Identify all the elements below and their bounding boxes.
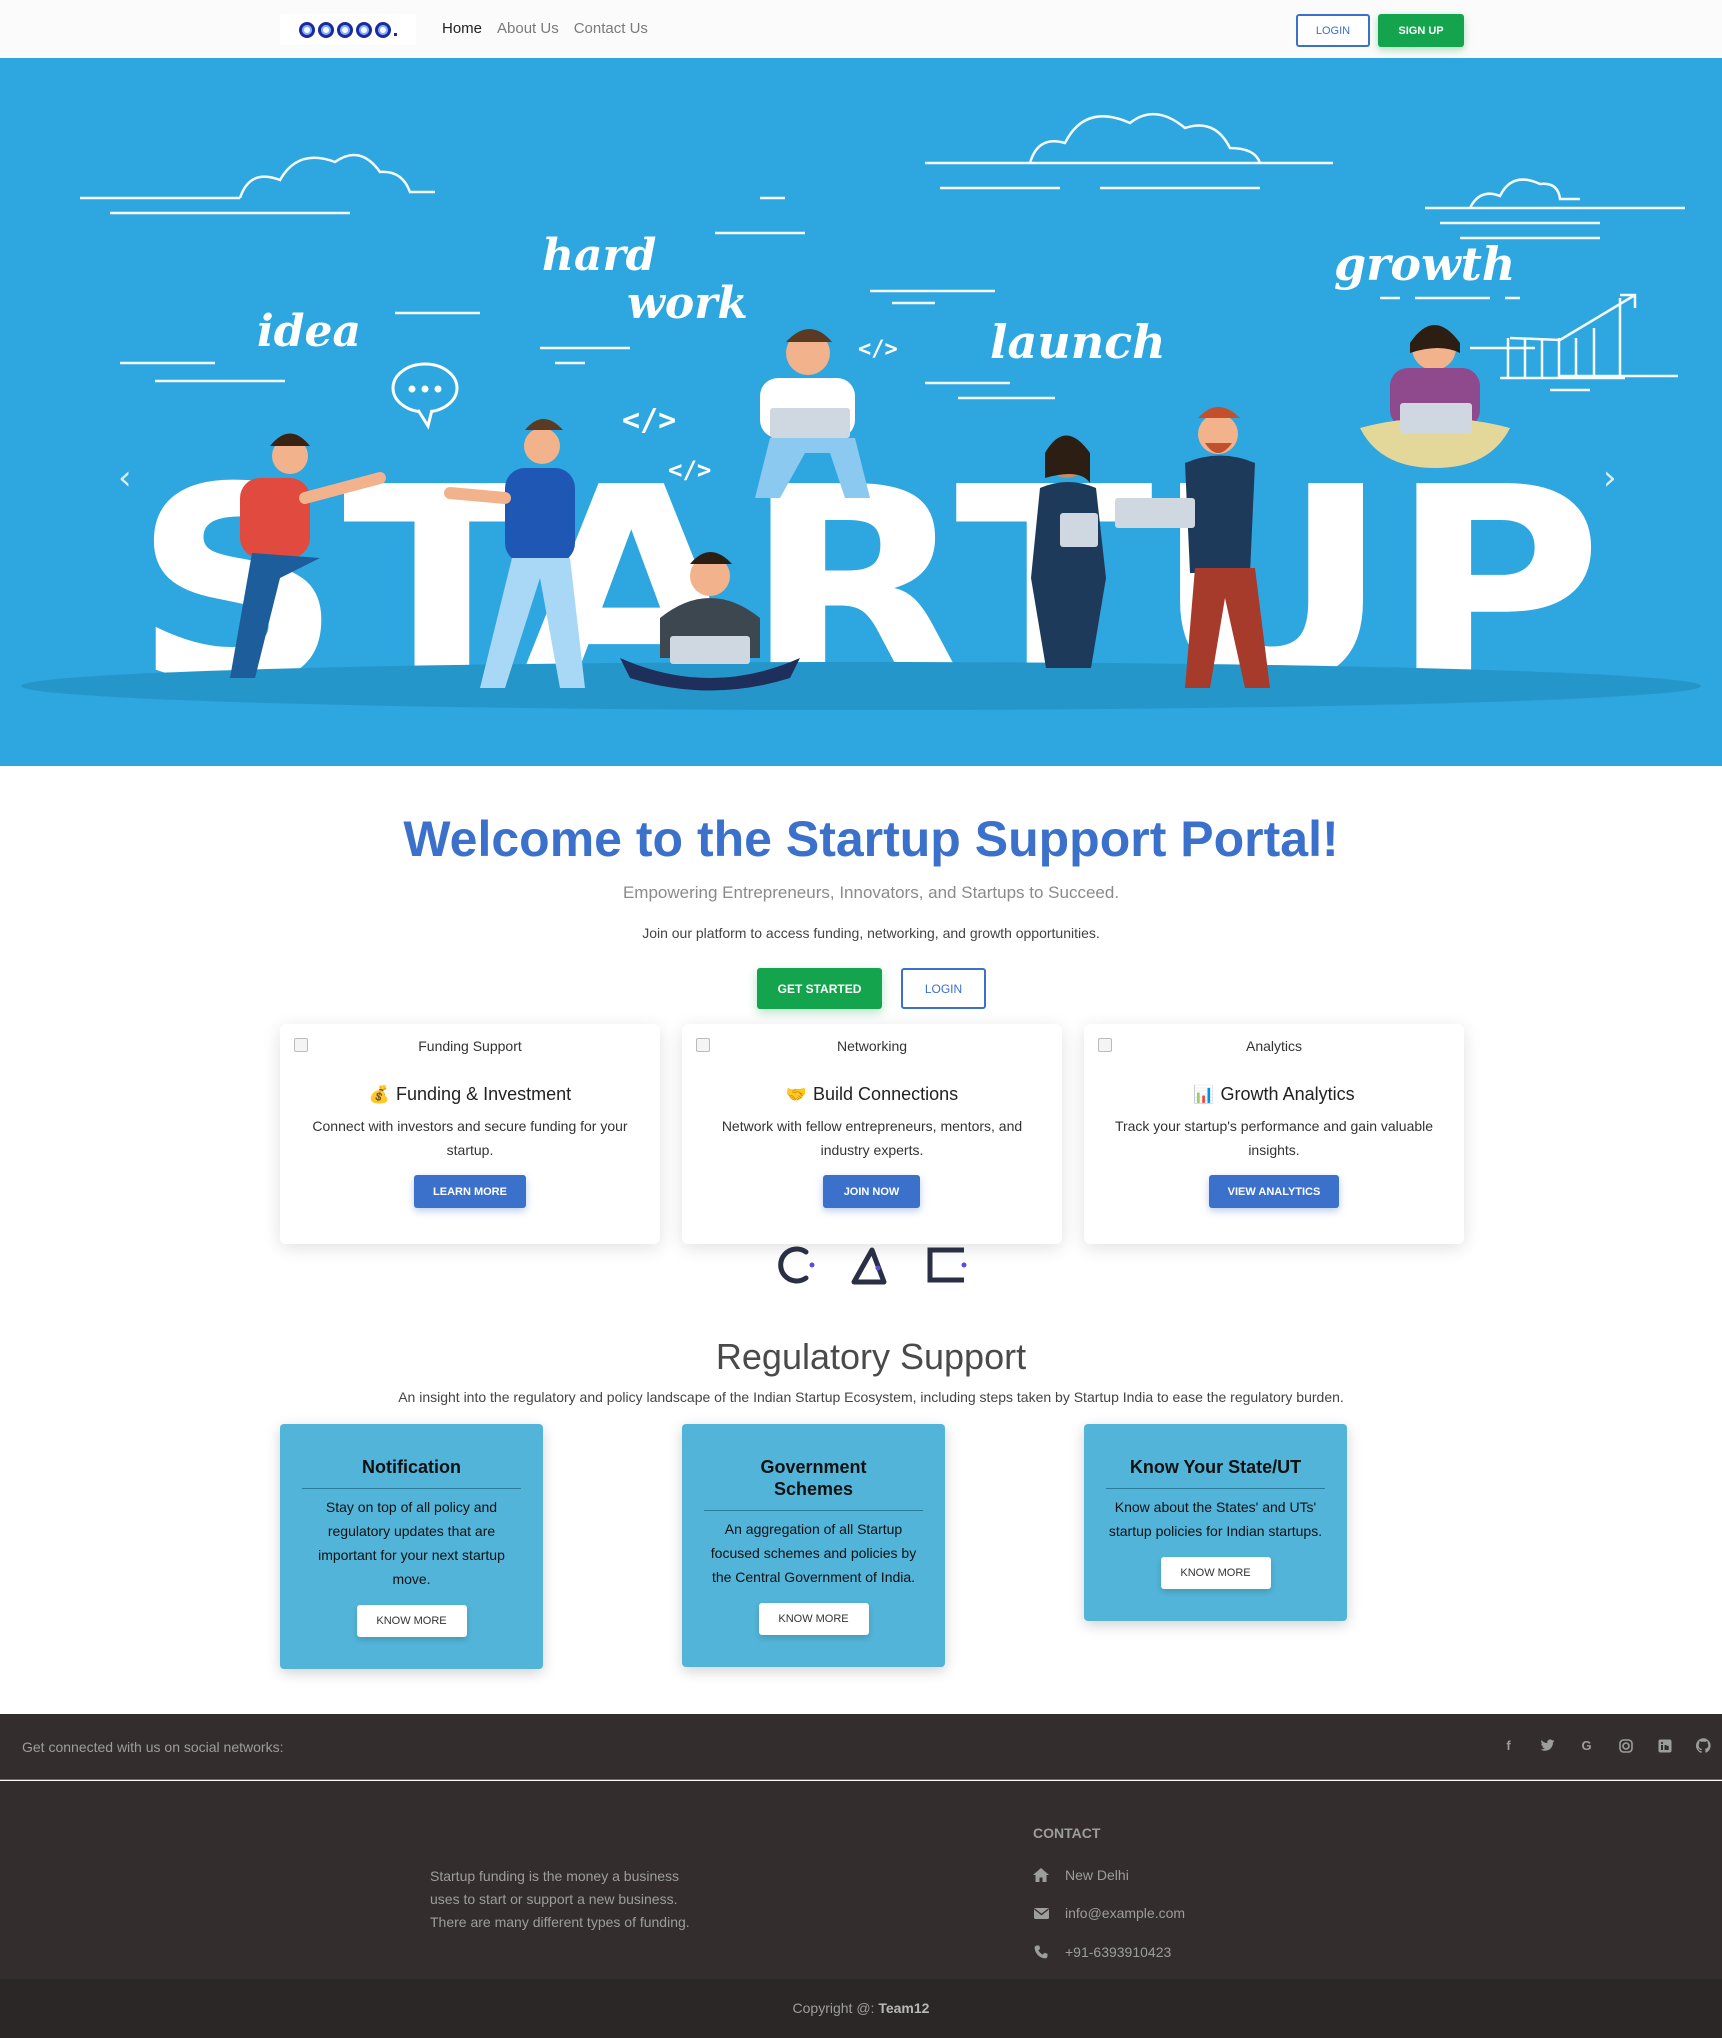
feature-image-funding: Funding Support [294,1038,646,1054]
reg-card-title: Notification [302,1424,521,1489]
svg-text:</>: </> [858,337,898,362]
feature-image-networking: Networking [696,1038,1048,1054]
welcome-title: Welcome to the Startup Support Portal! [403,811,1339,867]
facebook-icon[interactable]: f [1500,1737,1517,1754]
nav-links: Home About Us Contact Us [442,20,648,37]
chat-bubble-icon [391,362,459,430]
copyright-bar: Copyright @: Team12 [0,1979,1722,2038]
nav-link-contact[interactable]: Contact Us [574,20,648,37]
feature-text-funding: Connect with investors and secure fundin… [312,1118,628,1158]
ground-shadow [21,662,1701,710]
reg-card-government-schemes: Government Schemes An aggregation of all… [682,1424,945,1667]
brand-logo[interactable] [280,14,416,45]
github-icon[interactable] [1695,1737,1712,1754]
contact-address: New Delhi [1033,1867,1129,1883]
phone-icon [1033,1944,1049,1960]
social-icons: f G [1500,1737,1712,1754]
hero-carousel: hard work idea launch growth </> </> </>… [0,58,1722,766]
home-icon [1033,1867,1049,1883]
google-icon[interactable]: G [1578,1737,1595,1754]
welcome-subtitle: Empowering Entrepreneurs, Innovators, an… [622,883,1120,902]
get-started-button[interactable]: GET STARTED [757,968,882,1009]
navbar-login-button[interactable]: LOGIN [1296,14,1370,47]
reg-card-text: Stay on top of all policy and regulatory… [318,1499,505,1587]
contact-heading: CONTACT [1033,1825,1101,1841]
learn-more-button[interactable]: LEARN MORE [414,1175,526,1208]
reg-card-text: An aggregation of all Startup focused sc… [710,1521,917,1585]
feature-image-analytics: Analytics [1098,1038,1450,1054]
view-analytics-button[interactable]: VIEW ANALYTICS [1209,1175,1339,1208]
join-now-button[interactable]: JOIN NOW [823,1175,920,1208]
reg-card-text: Know about the States' and UTs' startup … [1108,1499,1323,1539]
navbar-signup-button[interactable]: SIGN UP [1378,14,1464,47]
hero-word-launch: launch [990,315,1166,369]
hero-startup-illustration: hard work idea launch growth </> </> </>… [21,112,1701,744]
welcome-description: Join our platform to access funding, net… [642,925,1100,941]
regulatory-description: An insight into the regulatory and polic… [398,1389,1344,1405]
footer-about-text: Startup funding is the money a business … [430,1868,690,1930]
feature-text-networking: Network with fellow entrepreneurs, mento… [721,1118,1023,1158]
contact-email: info@example.com [1033,1905,1185,1921]
nav-link-about[interactable]: About Us [497,20,559,37]
social-bar: Get connected with us on social networks… [0,1714,1722,1780]
nav-link-home[interactable]: Home [442,20,482,37]
bar-chart-icon: 📊 [1193,1084,1215,1105]
money-bag-icon: 💰 [368,1084,391,1105]
envelope-icon [1033,1905,1049,1921]
feature-card-funding: Funding Support 💰 Funding & Investment Co… [280,1024,660,1244]
reg-card-title: Government Schemes [704,1424,923,1511]
hero-word-work: work [627,278,748,329]
hero-word-idea: idea [257,306,361,357]
copyright-team[interactable]: Team12 [878,2000,929,2016]
carousel-prev-icon[interactable]: ‹ [118,458,132,498]
feature-card-analytics: Analytics 📊 Growth Analytics Track your s… [1084,1024,1464,1244]
regulatory-title: Regulatory Support [715,1336,1027,1377]
feature-text-analytics: Track your startup's performance and gai… [1114,1118,1434,1158]
reg-card-title: Know Your State/UT [1106,1424,1325,1489]
hero-word-hard: hard [542,230,656,281]
reg-card-know-your-state: Know Your State/UT Know about the States… [1084,1424,1347,1621]
broken-image-icon [294,1038,308,1052]
contact-phone: +91-6393910423 [1033,1944,1171,1960]
feature-title-funding: 💰 Funding & Investment [368,1084,572,1105]
know-more-button[interactable]: KNOW MORE [356,1605,467,1637]
reg-card-notification: Notification Stay on top of all policy a… [280,1424,543,1669]
carousel-next-icon[interactable]: › [1603,458,1617,498]
broken-image-icon [696,1038,710,1052]
handshake-icon: 🤝 [785,1084,808,1105]
navbar: Home About Us Contact Us LOGIN SIGN UP [0,0,1722,58]
know-more-button[interactable]: KNOW MORE [1160,1557,1271,1589]
person-sitting-right [1360,325,1510,468]
twitter-icon[interactable] [1539,1737,1556,1754]
instagram-icon[interactable] [1617,1737,1634,1754]
feature-title-networking: 🤝 Build Connections [785,1084,959,1105]
linkedin-icon[interactable] [1656,1737,1673,1754]
broken-image-icon [1098,1038,1112,1052]
cae-logo-icon [778,1246,967,1285]
social-text: Get connected with us on social networks… [22,1739,284,1755]
know-more-button[interactable]: KNOW MORE [758,1603,869,1635]
copyright-text: Copyright @: [792,2000,879,2016]
welcome-login-button[interactable]: LOGIN [901,968,986,1009]
feature-card-networking: Networking 🤝 Build Connections Network wi… [682,1024,1062,1244]
hero-word-growth: growth [1334,237,1515,291]
footer-main: Startup funding is the money a business … [0,1781,1722,1979]
feature-title-analytics: 📊 Growth Analytics [1193,1084,1355,1105]
